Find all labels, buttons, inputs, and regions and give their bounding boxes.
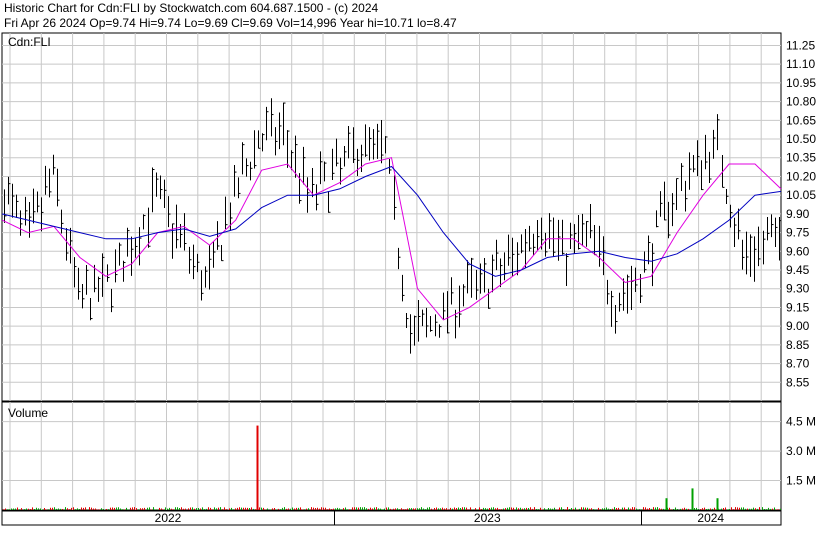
price-tick-label: 8.55 <box>786 375 810 389</box>
time-axis-band <box>1 510 782 526</box>
year-label: 2022 <box>155 511 182 525</box>
price-axis: 11.25 11.10 10.95 10.80 10.65 10.50 10.35 10.20… <box>786 38 816 389</box>
price-tick-label: 10.20 <box>786 169 816 183</box>
year-label: 2023 <box>474 511 501 525</box>
year-label: 2024 <box>697 511 724 525</box>
price-tick-label: 9.90 <box>786 207 810 221</box>
volume-tick-label: 4.5 M <box>786 415 816 429</box>
volume-axis: 4.5 M 3.0 M 1.5 M <box>786 415 816 488</box>
price-tick-label: 10.35 <box>786 151 816 165</box>
price-tick-label: 9.45 <box>786 263 810 277</box>
price-tick-label: 10.05 <box>786 188 816 202</box>
price-tick-label: 9.75 <box>786 226 810 240</box>
volume-panel-title: Volume <box>8 406 48 420</box>
price-tick-label: 8.70 <box>786 357 810 371</box>
volume-panel <box>1 401 782 511</box>
price-tick-label: 8.85 <box>786 338 810 352</box>
volume-tick-label: 3.0 M <box>786 444 816 458</box>
price-panel-title: Cdn:FLI <box>8 35 51 49</box>
price-tick-label: 9.15 <box>786 300 810 314</box>
price-tick-label: 10.50 <box>786 132 816 146</box>
price-tick-label: 10.80 <box>786 95 816 109</box>
stock-chart: Cdn:FLI 11.25 11.10 10.95 10.80 10.65 10.50 10… <box>1 32 816 526</box>
price-tick-label: 11.25 <box>786 38 815 52</box>
price-tick-label: 9.60 <box>786 244 810 258</box>
price-tick-label: 10.95 <box>786 76 816 90</box>
price-tick-label: 11.10 <box>786 57 815 71</box>
price-tick-label: 9.00 <box>786 319 810 333</box>
volume-tick-label: 1.5 M <box>786 474 816 488</box>
price-tick-label: 9.30 <box>786 282 810 296</box>
price-tick-label: 10.65 <box>786 113 816 127</box>
